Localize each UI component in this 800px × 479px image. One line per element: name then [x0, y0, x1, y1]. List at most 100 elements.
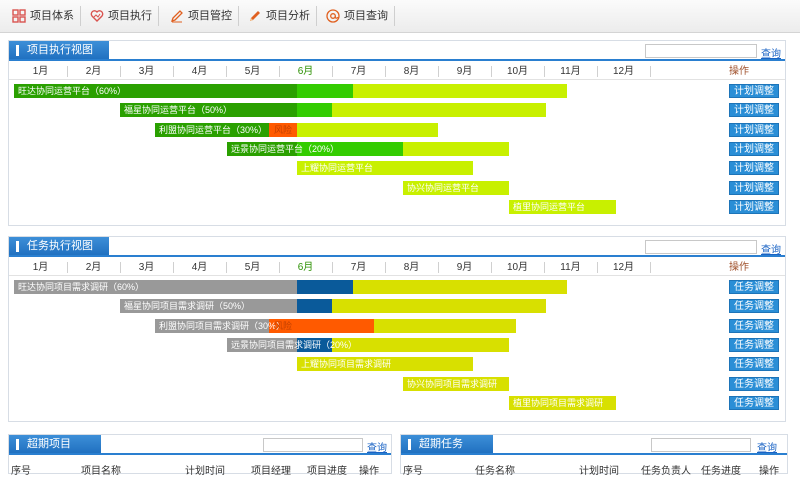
task-search-link[interactable]: 查询 — [761, 241, 781, 256]
panel-title: 超期项目 — [9, 435, 101, 454]
gantt-bar[interactable]: 上耀协同项目需求调研 — [297, 357, 473, 372]
nav-project-control[interactable]: 项目管控 — [168, 5, 232, 27]
panel-title: 超期任务 — [401, 435, 493, 454]
month-label: 2月 — [85, 262, 102, 273]
gantt-bar[interactable]: 协兴协同运营平台 — [403, 180, 509, 195]
nav-divider — [158, 6, 159, 26]
gantt-bar[interactable]: 旺达协同项目需求调研（60%） — [14, 280, 567, 294]
gantt-bar[interactable]: 福星协同运营平台（50%） — [120, 103, 546, 118]
col-task-name: 任务名称 — [475, 466, 515, 477]
nav-project-system[interactable]: 项目体系 — [10, 5, 74, 27]
bar-label: 远景协同项目需求调研（20%） — [231, 339, 358, 350]
col-plan-time: 计划时间 — [185, 466, 225, 477]
nav-label: 项目查询 — [344, 10, 388, 22]
risk-marker: 风险 — [274, 320, 293, 331]
operation-header: 操作 — [729, 262, 749, 273]
gantt-bar[interactable]: 利盟协同项目需求调研（30%） 风险 — [155, 318, 516, 333]
month-label: 6月 — [297, 262, 314, 273]
month-label: 3月 — [138, 66, 155, 77]
adjust-button[interactable]: 计划调整 — [729, 103, 779, 118]
pencil-icon — [250, 11, 260, 21]
adjust-button[interactable]: 计划调整 — [729, 180, 779, 195]
bar-label: 协兴协同项目需求调研 — [407, 378, 498, 389]
month-label: 10月 — [506, 262, 529, 273]
bar-label: 远景协同运营平台（20%） — [231, 143, 340, 154]
pen-icon — [170, 10, 183, 23]
nav-label: 项目体系 — [30, 10, 74, 22]
bar-label: 上耀协同项目需求调研 — [301, 359, 392, 370]
month-header: 1月 2月 3月 4月 5月 6月 7月 8月 9月 10月 11月 12月 操作 — [9, 259, 785, 276]
gantt-bar[interactable]: 协兴协同项目需求调研 — [403, 376, 509, 391]
gantt-bar[interactable]: 福星协同项目需求调研（50%） — [120, 299, 546, 314]
adjust-button[interactable]: 计划调整 — [729, 122, 779, 137]
bar-label: 植里协同运营平台 — [513, 201, 586, 212]
col-task-owner: 任务负责人 — [641, 466, 691, 477]
gantt-bar[interactable]: 植里协同项目需求调研 — [509, 395, 616, 410]
project-search-link[interactable]: 查询 — [761, 45, 781, 60]
bar-label: 旺达协同运营平台（60%） — [18, 86, 127, 96]
nav-project-query[interactable]: 项目查询 — [324, 5, 388, 27]
month-label: 11月 — [560, 66, 581, 77]
adjust-button[interactable]: 任务调整 — [729, 395, 779, 410]
month-label: 7月 — [350, 262, 367, 273]
month-label: 9月 — [456, 262, 473, 273]
nav-label: 项目执行 — [108, 10, 152, 22]
adjust-button[interactable]: 计划调整 — [729, 84, 779, 98]
month-label: 12月 — [612, 262, 635, 273]
bar-label: 协兴协同运营平台 — [407, 182, 480, 193]
nav-project-analysis[interactable]: 项目分析 — [246, 5, 310, 27]
bar-current-segment — [297, 103, 332, 118]
month-label: 10月 — [506, 66, 529, 77]
panel-title: 项目执行视图 — [9, 41, 109, 60]
col-operation: 操作 — [359, 466, 379, 477]
col-task-progress: 任务进度 — [701, 466, 741, 477]
month-label: 2月 — [85, 66, 102, 77]
month-label: 6月 — [297, 66, 314, 77]
gantt-bar[interactable]: 远景协同项目需求调研（20%） — [227, 337, 509, 352]
adjust-button[interactable]: 任务调整 — [729, 318, 779, 333]
overdue-projects-search-link[interactable]: 查询 — [367, 439, 387, 454]
adjust-button[interactable]: 计划调整 — [729, 199, 779, 214]
nav-divider — [238, 6, 239, 26]
col-project-progress: 项目进度 — [307, 466, 347, 477]
nav-label: 项目管控 — [188, 10, 232, 22]
month-divider — [650, 66, 651, 77]
gantt-bar[interactable]: 旺达协同运营平台（60%） — [14, 84, 567, 98]
bar-label: 上耀协同运营平台 — [301, 163, 374, 174]
bar-label: 利盟协同运营平台（30%） — [159, 124, 268, 135]
gantt-bar[interactable]: 植里协同运营平台 — [509, 199, 616, 214]
overdue-tasks-search-input[interactable] — [651, 438, 751, 452]
top-navigation: 项目体系 项目执行 项目管控 项目分析 项目查询 — [0, 0, 800, 33]
overdue-tasks-search-link[interactable]: 查询 — [757, 439, 777, 454]
adjust-button[interactable]: 任务调整 — [729, 299, 779, 314]
month-label: 4月 — [191, 262, 208, 273]
gantt-bar[interactable]: 上耀协同运营平台 — [297, 161, 473, 176]
adjust-button[interactable]: 任务调整 — [729, 376, 779, 391]
nav-project-execution[interactable]: 项目执行 — [88, 5, 152, 27]
bar-current-segment — [297, 280, 353, 294]
panel-title-underline — [9, 255, 785, 257]
adjust-button[interactable]: 任务调整 — [729, 280, 779, 294]
bar-label: 福星协同运营平台（50%） — [124, 105, 233, 116]
bar-label: 旺达协同项目需求调研（60%） — [18, 282, 145, 292]
nav-label: 项目分析 — [266, 10, 310, 22]
month-label: 12月 — [612, 66, 635, 77]
adjust-button[interactable]: 计划调整 — [729, 161, 779, 176]
month-label: 7月 — [350, 66, 367, 77]
heart-chart-icon — [90, 10, 104, 22]
adjust-button[interactable]: 计划调整 — [729, 141, 779, 156]
adjust-button[interactable]: 任务调整 — [729, 357, 779, 372]
month-label: 9月 — [456, 66, 473, 77]
overdue-projects-search-input[interactable] — [263, 438, 363, 452]
task-execution-panel: 任务执行视图 查询 1月 2月 3月 4月 5月 6月 7月 8月 9月 10月 11月 12月 操作 … — [8, 236, 786, 422]
bar-label: 利盟协同项目需求调研（30%） — [159, 320, 286, 331]
gantt-bar[interactable]: 利盟协同运营平台（30%） 风险 — [155, 122, 438, 137]
risk-marker: 风险 — [274, 124, 293, 135]
panel-title-underline — [9, 59, 785, 61]
adjust-button[interactable]: 任务调整 — [729, 337, 779, 352]
at-icon — [326, 9, 340, 23]
task-search-input[interactable] — [645, 240, 757, 254]
gantt-bar[interactable]: 远景协同运营平台（20%） — [227, 141, 509, 156]
col-project-name: 项目名称 — [81, 466, 121, 477]
project-search-input[interactable] — [645, 44, 757, 58]
